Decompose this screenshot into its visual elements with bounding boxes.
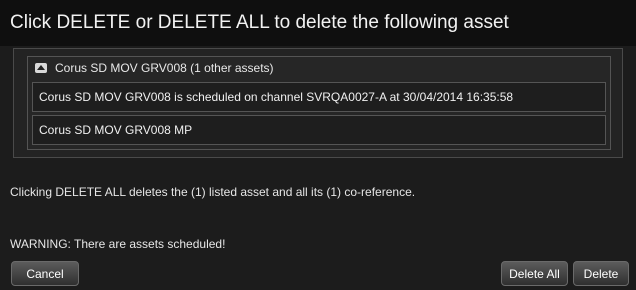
dialog-title: Click DELETE or DELETE ALL to delete the… xyxy=(10,12,509,33)
warning-message: WARNING: There are assets scheduled! xyxy=(10,237,226,251)
asset-group-title: Corus SD MOV GRV008 (1 other assets) xyxy=(55,61,274,75)
delete-button[interactable]: Delete xyxy=(573,261,629,286)
list-item-text: Corus SD MOV GRV008 MP xyxy=(39,123,193,137)
asset-group-header[interactable]: Corus SD MOV GRV008 (1 other assets) xyxy=(28,57,610,79)
list-item-text: Corus SD MOV GRV008 is scheduled on chan… xyxy=(39,90,514,104)
asset-list-panel: Corus SD MOV GRV008 (1 other assets) Cor… xyxy=(13,48,623,158)
asset-group: Corus SD MOV GRV008 (1 other assets) Cor… xyxy=(27,56,611,150)
info-message: Clicking DELETE ALL deletes the (1) list… xyxy=(10,185,416,199)
delete-all-button[interactable]: Delete All xyxy=(501,261,568,286)
cancel-button[interactable]: Cancel xyxy=(11,261,79,286)
delete-asset-dialog: Click DELETE or DELETE ALL to delete the… xyxy=(0,0,636,290)
list-item: Corus SD MOV GRV008 MP xyxy=(32,115,606,145)
list-item: Corus SD MOV GRV008 is scheduled on chan… xyxy=(32,82,606,112)
collapse-icon[interactable] xyxy=(35,63,47,73)
